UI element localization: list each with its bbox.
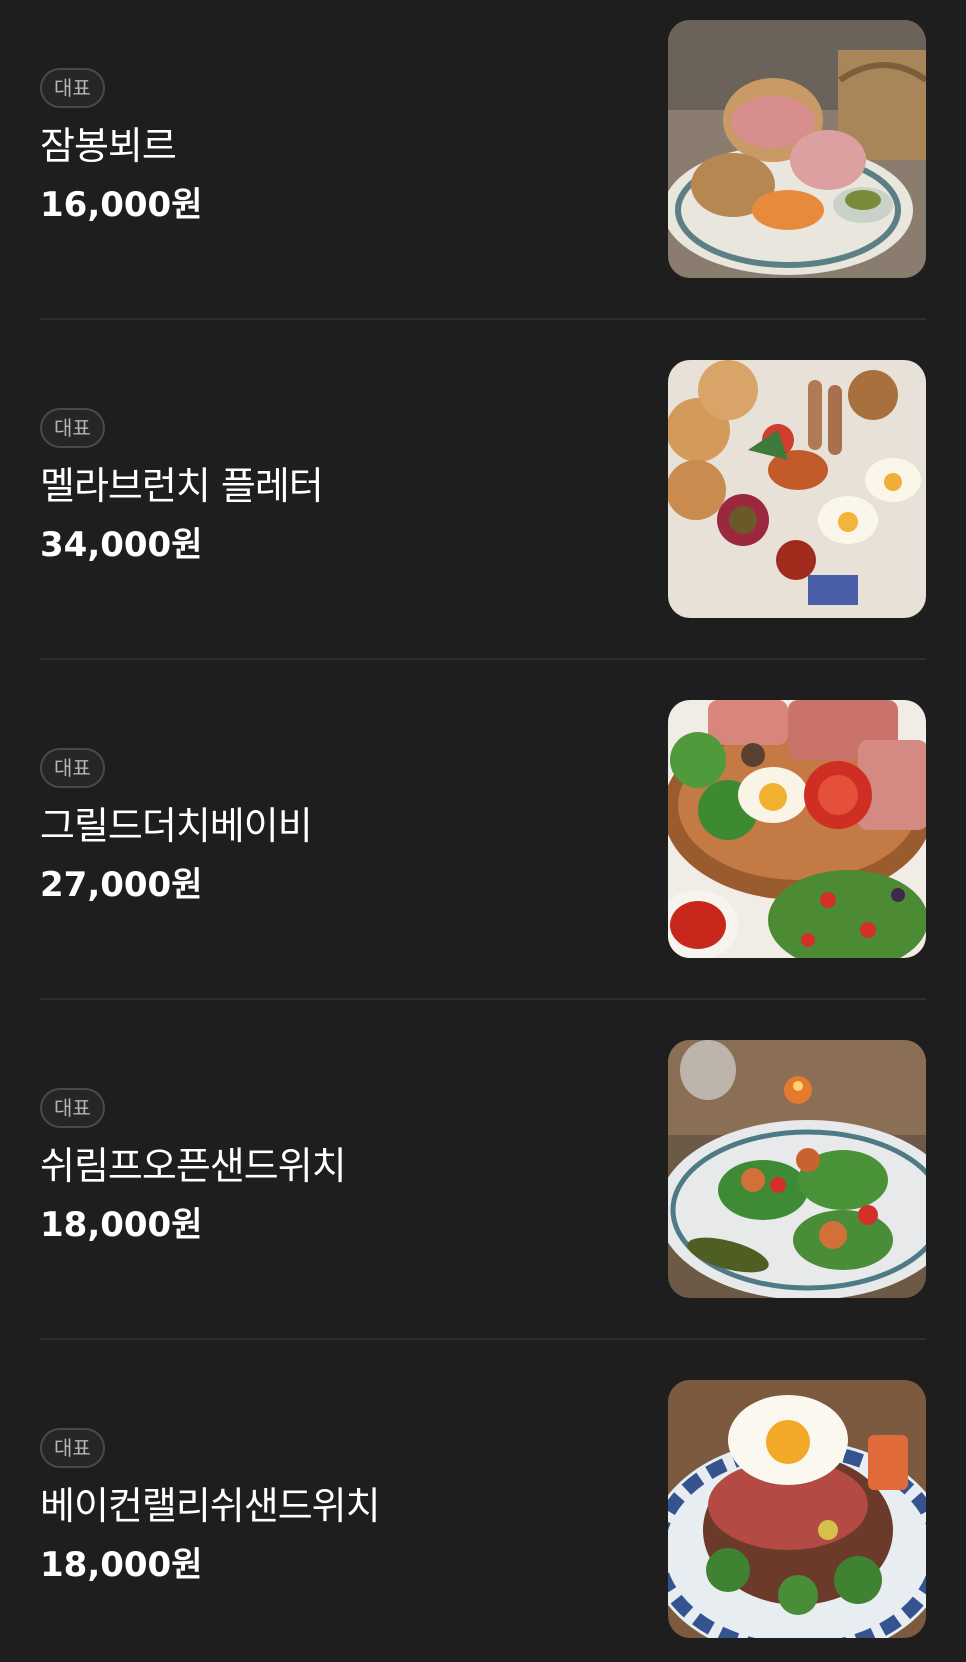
menu-item-price: 18,000원 (40, 1545, 203, 1585)
menu-item[interactable]: 대표 잠봉뵈르 16,000원 (0, 0, 966, 340)
menu-item-name: 베이컨랠리쉬샌드위치 (40, 1484, 381, 1528)
signature-badge: 대표 (40, 68, 105, 108)
divider (40, 658, 926, 660)
signature-badge: 대표 (40, 1428, 105, 1468)
menu-item[interactable]: 대표 쉬림프오픈샌드위치 18,000원 (0, 1020, 966, 1360)
menu-item-name: 그릴드더치베이비 (40, 804, 313, 848)
menu-item-name: 잠봉뵈르 (40, 124, 177, 168)
divider (40, 1338, 926, 1340)
menu-item-name: 쉬림프오픈샌드위치 (40, 1144, 347, 1188)
signature-badge: 대표 (40, 1088, 105, 1128)
jambon-beurre-photo (668, 20, 926, 278)
menu-item[interactable]: 대표 멜라브런치 플레터 34,000원 (0, 340, 966, 680)
menu-item-photo[interactable] (668, 1380, 926, 1638)
menu-item-photo[interactable] (668, 700, 926, 958)
menu-item-photo[interactable] (668, 20, 926, 278)
brunch-platter-photo (668, 360, 926, 618)
shrimp-sandwich-photo (668, 1040, 926, 1298)
menu-item-price: 18,000원 (40, 1205, 203, 1245)
divider (40, 318, 926, 320)
menu-item-name: 멜라브런치 플레터 (40, 464, 324, 508)
signature-badge: 대표 (40, 408, 105, 448)
menu-item[interactable]: 대표 베이컨랠리쉬샌드위치 18,000원 (0, 1360, 966, 1662)
divider (40, 998, 926, 1000)
menu-item-photo[interactable] (668, 1040, 926, 1298)
menu-item-price: 34,000원 (40, 525, 203, 565)
menu-item-price: 27,000원 (40, 865, 203, 905)
dutch-baby-photo (668, 700, 926, 958)
menu-item[interactable]: 대표 그릴드더치베이비 27,000원 (0, 680, 966, 1020)
menu-item-price: 16,000원 (40, 185, 203, 225)
bacon-relish-sandwich-photo (668, 1380, 926, 1638)
signature-badge: 대표 (40, 748, 105, 788)
menu-list: 대표 잠봉뵈르 16,000원 대표 멜라브런치 플레터 34,000원 대표 … (0, 0, 966, 1662)
menu-item-photo[interactable] (668, 360, 926, 618)
